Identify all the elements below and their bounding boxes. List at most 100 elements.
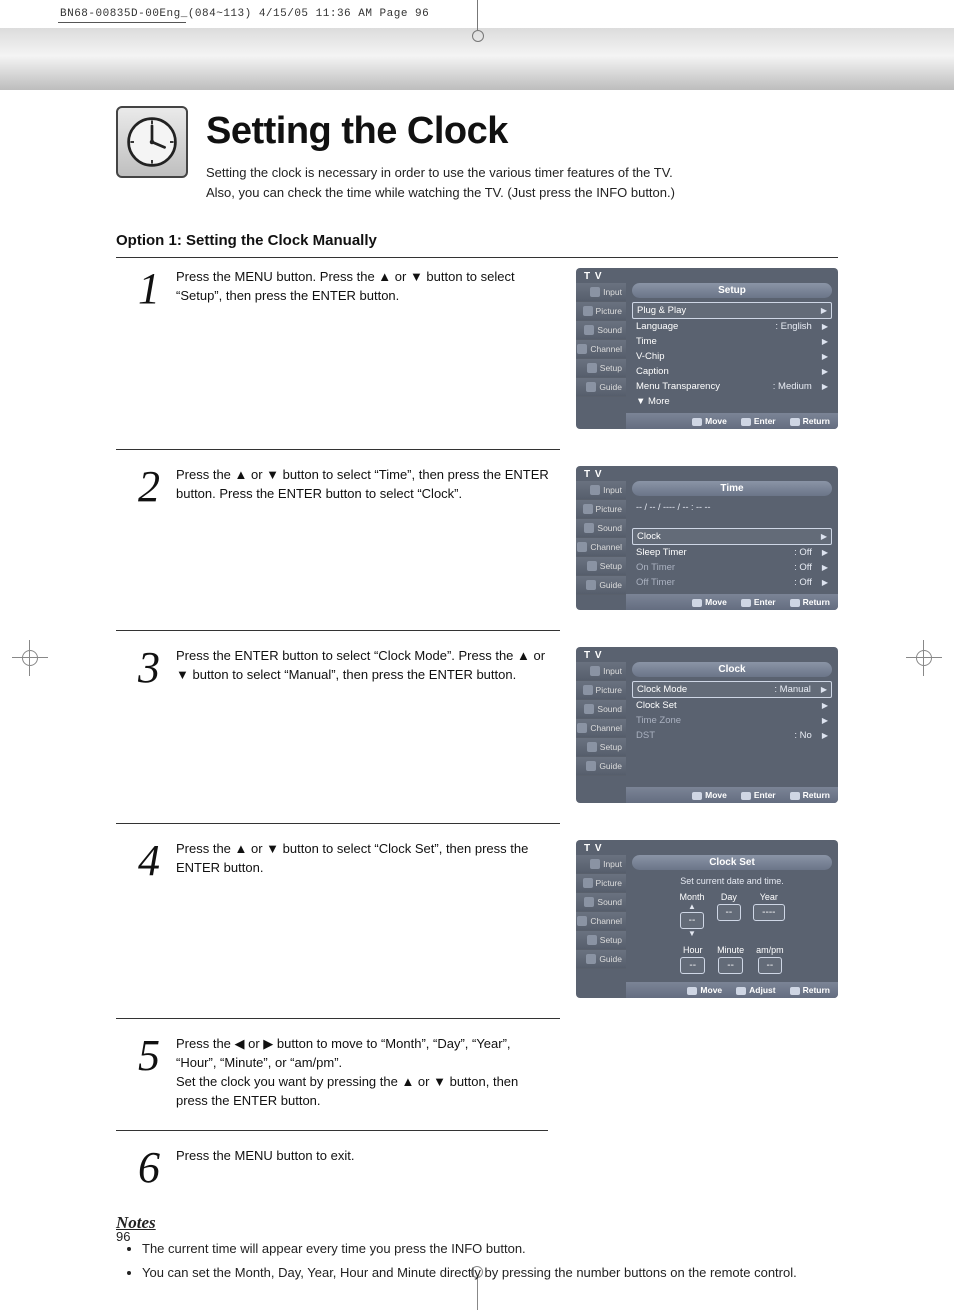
step-text: Press the ▲ or ▼ button to select “Clock… [176,840,560,878]
osd-hints: MoveAdjustReturn [626,982,838,998]
osd-item-label: DST [636,730,790,741]
clock-icon [116,106,188,178]
chevron-right-icon: ▶ [822,352,828,361]
osd-tab-guide: Guide [576,757,626,776]
step-6: 6Press the MENU button to exit. [116,1147,838,1189]
clock-set-field: Day-- [717,892,742,937]
osd-sidebar: InputPictureSoundChannelSetupGuide [576,662,626,803]
notes-heading: Notes [116,1213,838,1233]
osd-screenshot: T VInputPictureSoundChannelSetupGuideClo… [576,840,838,998]
osd-tab-picture: Picture [576,681,626,700]
separator [116,1130,548,1131]
step-text: Press the ▲ or ▼ button to select “Time”… [176,466,560,504]
osd-item-label: Time Zone [636,715,818,726]
setup-icon [587,935,597,945]
osd-item-label: Time [636,336,818,347]
osd-tv-label: T V [576,268,838,283]
step-number: 1 [116,268,160,310]
osd-item-label: Language [636,321,771,332]
channel-icon [577,723,587,733]
osd-tab-label: Channel [590,344,622,354]
input-icon [590,485,600,495]
setup-icon [587,742,597,752]
osd-menu-item: V-Chip▶ [632,349,832,364]
osd-item-value: : Off [794,562,812,573]
osd-tab-label: Guide [599,954,622,964]
osd-hint: Move [692,416,727,426]
separator [116,1018,560,1019]
step-text: Press the MENU button. Press the ▲ or ▼ … [176,268,560,306]
osd-hints: MoveEnterReturn [626,413,838,429]
osd-instruction: Set current date and time. [626,874,838,888]
osd-hint: Move [692,597,727,607]
clock-set-field-label: Year [760,892,778,902]
osd-menu-item: Language: English▶ [632,319,832,334]
clock-set-field: Hour-- [680,945,705,974]
osd-item-label: On Timer [636,562,790,573]
chevron-right-icon: ▶ [821,532,827,541]
osd-item-value: : Off [794,547,812,558]
chevron-right-icon: ▶ [822,322,828,331]
caret-down-icon: ▼ [688,931,696,937]
page-title: Setting the Clock [206,110,838,153]
osd-menu-item: Clock Mode: Manual▶ [632,681,832,698]
clock-set-field-value: -- [717,904,742,921]
osd-time-readout: -- / -- / ---- / -- : -- -- [626,500,838,514]
input-icon [590,666,600,676]
osd-menu-item: On Timer : Off ▶ [632,560,832,575]
osd-tab-label: Channel [590,542,622,552]
step-text: Press the ENTER button to select “Clock … [176,647,560,685]
osd-tab-guide: Guide [576,378,626,397]
osd-item-label: Clock Set [636,700,818,711]
osd-tab-label: Sound [597,704,622,714]
clock-set-field: am/pm-- [756,945,784,974]
channel-icon [577,916,587,926]
print-header: BN68-00835D-00Eng_(084~113) 4/15/05 11:3… [60,8,429,20]
clock-set-field-label: Hour [683,945,703,955]
step-4: 4 Press the ▲ or ▼ button to select “Cloc… [116,840,838,998]
osd-tv-label: T V [576,840,838,855]
osd-tab-label: Input [603,485,622,495]
guide-icon [586,580,596,590]
chevron-right-icon: ▶ [822,731,828,740]
osd-tab-label: Guide [599,761,622,771]
separator [116,823,560,824]
chevron-right-icon: ▶ [822,563,828,572]
osd-hints: MoveEnterReturn [626,787,838,803]
osd-tab-label: Picture [596,685,622,695]
osd-hint: Move [687,985,722,995]
note-item: The current time will appear every time … [142,1239,838,1259]
osd-tab-guide: Guide [576,576,626,595]
osd-tv-label: T V [576,647,838,662]
osd-hint: Return [790,597,830,607]
intro-line-1: Setting the clock is necessary in order … [206,163,838,183]
osd-hint: Adjust [736,985,775,995]
osd-item-value: : Medium [773,381,812,392]
osd-tab-label: Input [603,859,622,869]
osd-tab-label: Sound [597,523,622,533]
osd-tab-input: Input [576,283,626,302]
osd-pane-title: Setup [632,283,832,298]
osd-tab-setup: Setup [576,359,626,378]
osd-tab-channel: Channel [576,719,626,738]
note-item: You can set the Month, Day, Year, Hour a… [142,1263,838,1283]
osd-sidebar: InputPictureSoundChannelSetupGuide [576,855,626,998]
osd-hint: Enter [741,597,776,607]
osd-tab-label: Setup [600,561,622,571]
registration-mark-right [906,640,942,676]
osd-tab-label: Guide [599,580,622,590]
clock-set-row: Month▲--▼Day--Year---- [626,892,838,937]
osd-menu-list: Clock▶Sleep Timer: Off▶On Timer: Off▶Off… [626,528,838,590]
chevron-right-icon: ▶ [822,367,828,376]
setup-icon [587,363,597,373]
osd-tab-picture: Picture [576,500,626,519]
sound-icon [584,523,594,533]
osd-item-label: Sleep Timer [636,547,790,558]
osd-tab-input: Input [576,662,626,681]
step-number: 4 [116,840,160,882]
separator [116,257,838,258]
osd-item-label: Plug & Play [637,305,817,316]
osd-hint: Enter [741,416,776,426]
clock-set-field-value: ---- [753,904,784,921]
clock-set-row: Hour--Minute--am/pm-- [626,945,838,974]
